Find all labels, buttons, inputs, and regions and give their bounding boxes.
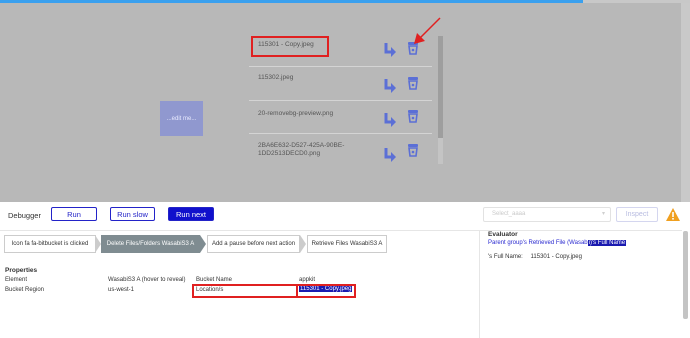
expression-text: Parent group's Retrieved File (Wasab — [488, 240, 588, 246]
arrow-down-right-icon[interactable] — [383, 112, 397, 128]
properties-title: Properties — [5, 267, 38, 274]
edit-me-label: ...edit me... — [166, 115, 197, 122]
result-label: 's Full Name: — [488, 254, 523, 260]
step-chevron — [300, 235, 306, 253]
file-row: 115302.jpeg — [249, 67, 432, 100]
result-value: 115301 - Copy.jpeg — [530, 254, 582, 260]
file-row: 20-removebg-preview.png — [249, 101, 432, 134]
evaluator-expression[interactable]: Parent group's Retrieved File (Wasabi)'s… — [488, 240, 627, 246]
expression-highlight: i)'s Full Name — [587, 240, 627, 246]
property-value: us-west-1 — [108, 287, 135, 293]
run-next-button-label: Run next — [175, 209, 207, 219]
step-label: Add a pause before next action — [211, 241, 296, 247]
debugger-label: Debugger — [8, 211, 41, 220]
run-slow-button-label: Run slow — [117, 209, 148, 219]
run-button[interactable]: Run — [51, 207, 97, 221]
step-item[interactable]: Icon fa fa-bitbucket is clicked — [4, 235, 96, 253]
chevron-down-icon: ▾ — [601, 211, 605, 217]
property-name: Element — [5, 277, 28, 283]
element-select-placeholder: Select_aaaa — [492, 211, 526, 217]
run-button-label: Run — [67, 209, 81, 219]
step-label: Delete Files/Folders WasabiS3 A — [106, 241, 195, 247]
file-name: 2BA6E632-D527-425A-90BE- 1DD2513DECD0.pn… — [258, 142, 345, 157]
evaluator-result: 's Full Name: 115301 - Copy.jpeg — [488, 254, 582, 260]
property-value: WasabiS3 A (hover to reveal) — [108, 277, 186, 283]
trash-icon[interactable] — [406, 76, 420, 90]
file-name: 115302.jpeg — [258, 74, 294, 81]
canvas-scrollbar[interactable] — [681, 3, 690, 202]
property-name: Bucket Name — [196, 277, 233, 283]
step-label: Retrieve Files WasabiS3 A — [311, 241, 383, 247]
panel-divider — [479, 230, 480, 338]
trash-icon[interactable] — [406, 143, 420, 157]
arrow-down-right-icon[interactable] — [383, 147, 397, 163]
warning-triangle-icon[interactable] — [665, 207, 681, 222]
annotation-arrow-icon — [414, 17, 441, 44]
highlight-box — [296, 284, 356, 298]
inspect-button-label: Inspect — [625, 211, 649, 218]
page-scroll-thumb[interactable] — [683, 231, 688, 319]
evaluator-title: Evaluator — [488, 231, 518, 238]
edit-me-button[interactable]: ...edit me... — [160, 101, 203, 136]
file-row: 2BA6E632-D527-425A-90BE- 1DD2513DECD0.pn… — [249, 134, 432, 167]
step-item[interactable]: Retrieve Files WasabiS3 A — [307, 235, 387, 253]
property-value: appkit — [299, 277, 316, 283]
step-chevron — [200, 235, 206, 253]
run-next-button[interactable]: Run next — [168, 207, 214, 221]
step-item[interactable]: Add a pause before next action — [207, 235, 300, 253]
element-select[interactable]: Select_aaaa ▾ — [483, 207, 611, 222]
arrow-down-right-icon[interactable] — [383, 42, 397, 58]
trash-icon[interactable] — [406, 109, 420, 123]
step-label: Icon fa fa-bitbucket is clicked — [11, 241, 89, 247]
file-list-scroll-thumb[interactable] — [438, 36, 443, 138]
file-name: 20-removebg-preview.png — [258, 110, 334, 117]
inspect-button[interactable]: Inspect — [616, 207, 658, 222]
highlight-box — [251, 36, 329, 57]
step-item-active[interactable]: Delete Files/Folders WasabiS3 A — [101, 235, 200, 253]
run-slow-button[interactable]: Run slow — [110, 207, 155, 221]
arrow-down-right-icon[interactable] — [383, 78, 397, 94]
property-name: Bucket Region — [5, 287, 45, 293]
